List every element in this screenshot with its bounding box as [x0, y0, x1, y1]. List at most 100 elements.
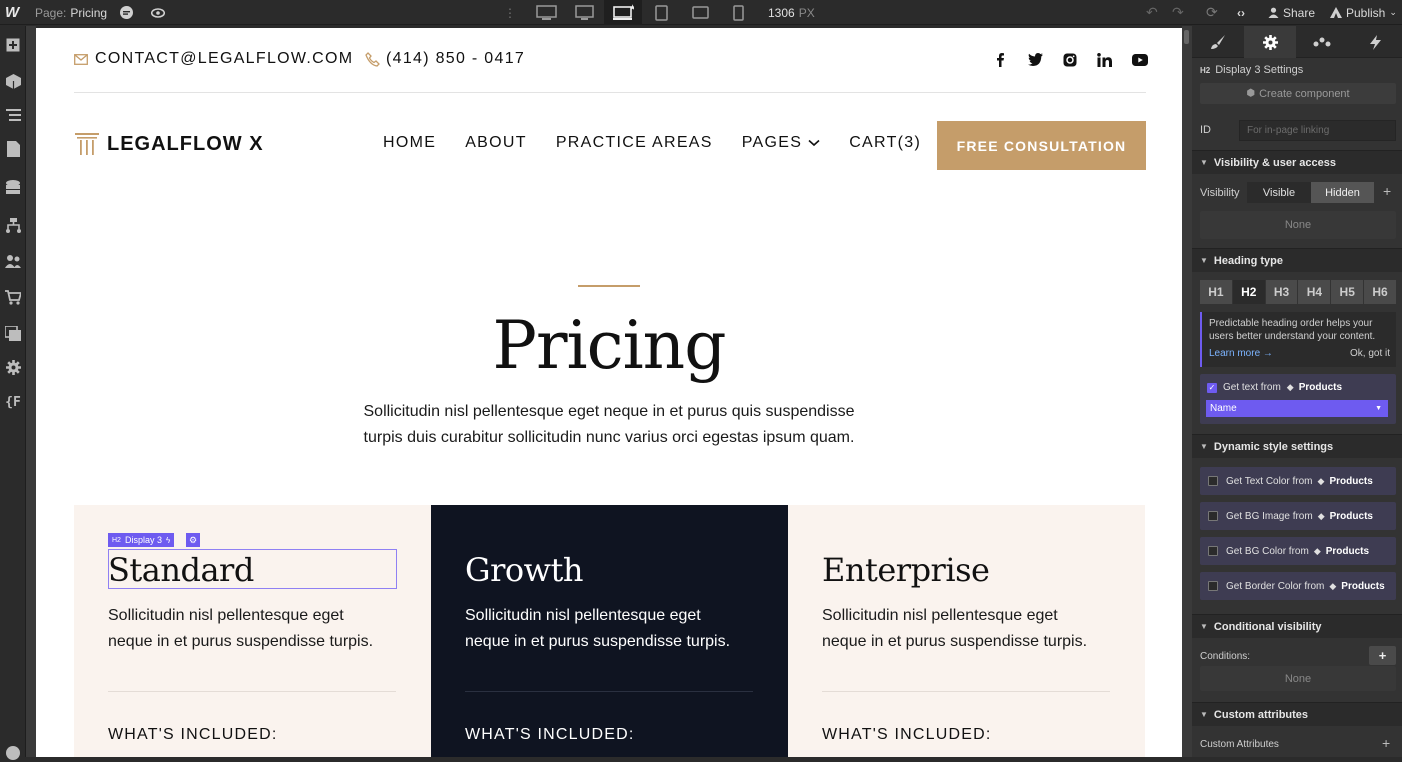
breakpoint-portrait-icon[interactable] — [733, 0, 744, 25]
card-divider — [465, 691, 753, 692]
redo-icon[interactable]: ↷ — [1172, 0, 1184, 25]
heading-h1-option[interactable]: H1 — [1200, 280, 1232, 304]
assets-icon[interactable] — [4, 324, 22, 342]
chevron-down-icon: ⌄ — [1389, 7, 1397, 17]
help-icon[interactable] — [4, 744, 22, 762]
pricing-card-standard[interactable]: H2 Display 3 ϟ ⚙ Standard Sollicitudin n… — [74, 505, 431, 757]
plan-name[interactable]: Standard — [108, 551, 254, 589]
nav-about[interactable]: ABOUT — [465, 134, 527, 152]
style-manager-drops-icon[interactable] — [1296, 26, 1348, 58]
checkbox[interactable] — [1208, 476, 1218, 486]
heading-h3-option[interactable]: H3 — [1265, 280, 1298, 304]
get-bg-image-row[interactable]: Get BG Image from ◆ Products — [1200, 502, 1396, 530]
plan-name[interactable]: Growth — [465, 551, 583, 589]
heading-h6-option[interactable]: H6 — [1364, 280, 1396, 304]
tag-icon: ◆ — [1286, 382, 1294, 392]
nav-home[interactable]: HOME — [383, 134, 436, 152]
publish-button[interactable]: Publish ⌄ — [1330, 0, 1397, 25]
settings-gear-icon[interactable] — [1244, 26, 1296, 58]
create-component-button[interactable]: ⬢ Create component — [1200, 83, 1396, 104]
brand-logo[interactable]: LEGALFLOW X — [74, 131, 264, 157]
navigator-icon[interactable] — [4, 106, 22, 124]
checkbox[interactable] — [1208, 511, 1218, 521]
webflow-logo[interactable]: W — [5, 0, 19, 25]
twitter-icon[interactable] — [1028, 53, 1043, 66]
cms-icon[interactable] — [4, 178, 22, 196]
add-attribute-icon[interactable]: + — [1382, 735, 1390, 751]
components-icon[interactable] — [4, 72, 22, 90]
get-border-color-row[interactable]: Get Border Color from ◆ Products — [1200, 572, 1396, 600]
interactions-bolt-icon[interactable] — [1348, 26, 1402, 58]
visibility-hidden-option[interactable]: Hidden — [1311, 182, 1374, 203]
visibility-visible-option[interactable]: Visible — [1247, 182, 1311, 203]
add-visibility-icon[interactable]: + — [1383, 183, 1391, 199]
logic-icon[interactable] — [4, 216, 22, 234]
get-text-color-row[interactable]: Get Text Color from ◆ Products — [1200, 467, 1396, 495]
hint-text: Predictable heading order helps your use… — [1209, 318, 1376, 342]
custom-attributes-title: Custom attributes — [1213, 708, 1309, 721]
custom-attributes-section-header[interactable]: ▼ Custom attributes — [1192, 702, 1402, 726]
add-condition-button[interactable]: + — [1369, 646, 1396, 665]
share-button[interactable]: Share — [1268, 0, 1315, 25]
undo-icon[interactable]: ↶ — [1146, 0, 1158, 25]
nav-practice-areas[interactable]: PRACTICE AREAS — [556, 134, 713, 152]
instagram-icon[interactable] — [1063, 53, 1077, 67]
chevron-down-icon[interactable] — [808, 139, 820, 147]
heading-h5-option[interactable]: H5 — [1331, 280, 1364, 304]
sync-icon[interactable]: ⟳ — [1206, 0, 1218, 25]
facebook-icon[interactable] — [993, 52, 1008, 67]
linkedin-icon[interactable] — [1097, 52, 1112, 67]
comments-icon[interactable] — [119, 0, 134, 25]
get-bg-color-row[interactable]: Get BG Color from ◆ Products — [1200, 537, 1396, 565]
learn-more-link[interactable]: Learn more → — [1209, 348, 1273, 359]
style-brush-icon[interactable] — [1192, 26, 1244, 58]
nav-cart[interactable]: CART(3) — [849, 134, 921, 152]
ok-got-it-button[interactable]: Ok, got it — [1350, 348, 1390, 359]
design-canvas[interactable]: CONTACT@LEGALFLOW.COM (414) 850 - 0417 L… — [36, 28, 1182, 757]
heading-type-title: Heading type — [1213, 254, 1283, 267]
contact-phone[interactable]: (414) 850 - 0417 — [365, 50, 525, 68]
breakpoint-landscape-icon[interactable] — [692, 0, 709, 25]
field-select[interactable]: Name ▼ — [1206, 400, 1388, 417]
checkbox-checked-icon[interactable]: ✓ — [1207, 382, 1217, 393]
conditional-visibility-title: Conditional visibility — [1213, 620, 1322, 633]
plan-name[interactable]: Enterprise — [822, 551, 990, 589]
apps-icon[interactable]: {F — [4, 393, 22, 411]
heading-h2-option[interactable]: H2 — [1232, 280, 1265, 304]
checkbox[interactable] — [1208, 546, 1218, 556]
code-export-icon[interactable]: ‹› — [1237, 0, 1245, 25]
nav-pages[interactable]: PAGES — [742, 134, 802, 152]
heading-h4-option[interactable]: H4 — [1298, 280, 1331, 304]
breakpoint-desktop-base-icon[interactable]: ★ — [604, 0, 642, 25]
selected-element-badge[interactable]: H2 Display 3 ϟ — [108, 533, 175, 547]
users-icon[interactable] — [4, 252, 22, 270]
dynamic-style-title: Dynamic style settings — [1213, 440, 1334, 453]
dynamic-style-section-header[interactable]: ▼ Dynamic style settings — [1192, 434, 1402, 458]
visibility-section-header[interactable]: ▼ Visibility & user access — [1192, 150, 1402, 174]
youtube-icon[interactable] — [1132, 53, 1148, 66]
ecommerce-cart-icon[interactable] — [4, 288, 22, 306]
heading-type-section-header[interactable]: ▼ Heading type — [1192, 248, 1402, 272]
checkbox[interactable] — [1208, 581, 1218, 591]
settings-gear-icon[interactable] — [4, 358, 22, 376]
get-text-from-row[interactable]: ✓ Get text from ◆ Products — [1207, 382, 1342, 393]
conditional-visibility-section-header[interactable]: ▼ Conditional visibility — [1192, 614, 1402, 638]
plan-description: Sollicitudin nisl pellentesque eget neque… — [465, 603, 765, 655]
get-bg-image-label: Get BG Image from — [1226, 510, 1313, 522]
pages-icon[interactable] — [4, 140, 22, 158]
breakpoint-desktop-large-icon[interactable] — [536, 0, 557, 25]
pricing-card-enterprise[interactable]: Enterprise Sollicitudin nisl pellentesqu… — [788, 505, 1145, 757]
contact-email[interactable]: CONTACT@LEGALFLOW.COM — [74, 50, 353, 68]
id-input[interactable]: For in-page linking — [1239, 120, 1396, 141]
breakpoint-tablet-icon[interactable] — [655, 0, 668, 25]
preview-eye-icon[interactable] — [151, 0, 165, 25]
add-elements-icon[interactable] — [4, 36, 22, 54]
canvas-scrollbar[interactable] — [1182, 26, 1192, 757]
page-selector[interactable]: Page: Pricing — [35, 0, 107, 25]
selection-settings-gear-icon[interactable]: ⚙ — [186, 533, 200, 547]
free-consultation-button[interactable]: FREE CONSULTATION — [937, 121, 1146, 170]
breakpoint-desktop-medium-icon[interactable] — [575, 0, 594, 25]
more-icon[interactable]: ⋮ — [504, 0, 516, 25]
scrollbar-thumb[interactable] — [1184, 30, 1189, 44]
pricing-card-growth[interactable]: Growth Sollicitudin nisl pellentesque eg… — [431, 505, 788, 757]
